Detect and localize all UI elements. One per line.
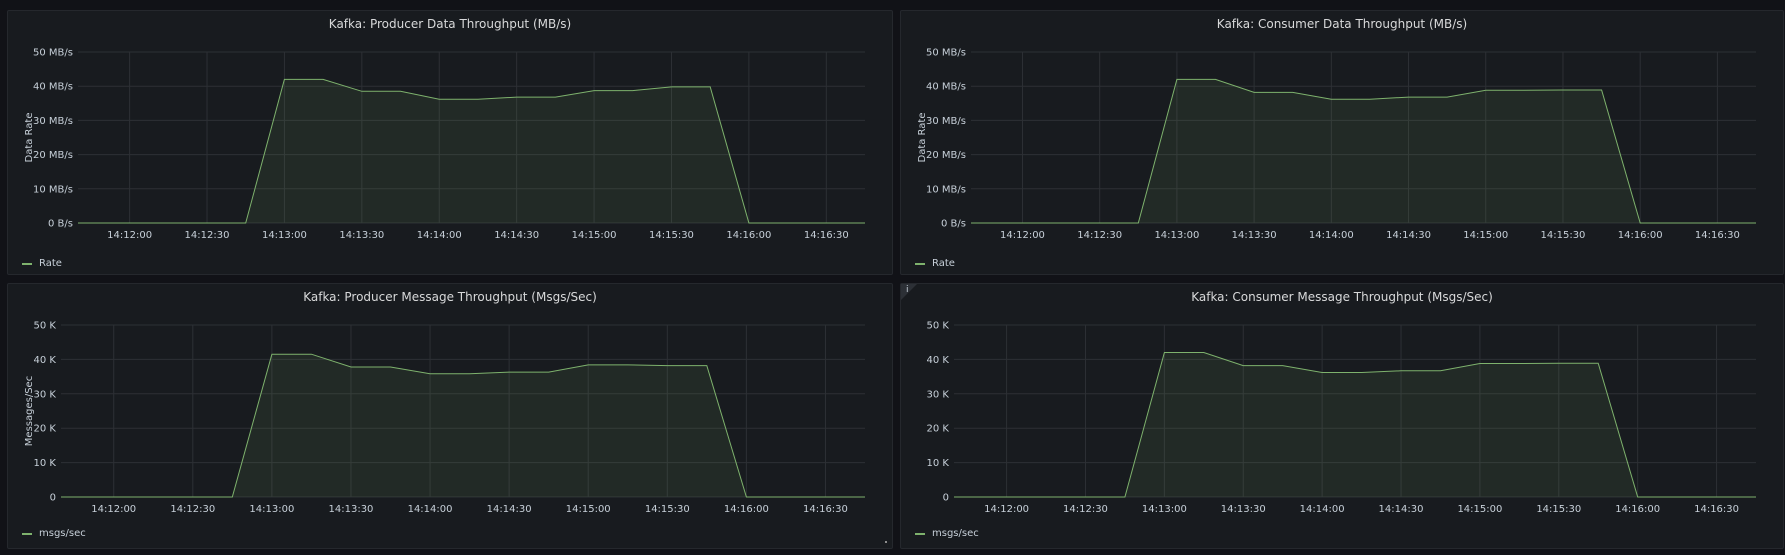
legend-label: Rate bbox=[39, 258, 62, 269]
y-tick-label: 50 MB/s bbox=[33, 48, 73, 59]
y-tick-label: 10 K bbox=[927, 458, 950, 469]
x-tick-label: 14:13:00 bbox=[1142, 504, 1187, 515]
legend-label: Rate bbox=[932, 258, 955, 269]
y-tick-label: 0 bbox=[943, 493, 949, 504]
x-tick-label: 14:14:30 bbox=[1379, 504, 1424, 515]
y-tick-label: 50 K bbox=[34, 321, 57, 332]
legend-item[interactable]: Rate bbox=[22, 258, 62, 269]
y-axis-label: Data Rate bbox=[917, 113, 928, 163]
x-tick-label: 14:15:00 bbox=[1457, 504, 1502, 515]
y-tick-label: 40 MB/s bbox=[33, 82, 73, 93]
legend-swatch bbox=[22, 532, 32, 535]
y-tick-label: 10 MB/s bbox=[33, 184, 73, 195]
legend-swatch bbox=[915, 262, 925, 265]
x-tick-label: 14:15:00 bbox=[566, 504, 611, 515]
x-tick-label: 14:15:30 bbox=[1541, 230, 1586, 241]
panel-consumer-message-throughput[interactable]: i Kafka: Consumer Message Throughput (Ms… bbox=[900, 283, 1784, 549]
x-tick-label: 14:14:30 bbox=[1386, 230, 1431, 241]
legend-swatch bbox=[915, 532, 925, 535]
x-tick-label: 14:15:30 bbox=[645, 504, 690, 515]
x-tick-label: 14:14:00 bbox=[1309, 230, 1354, 241]
chart[interactable]: 0 10 K 20 K 30 K 40 K 50 K 14:12:00 14:12:30 14:… bbox=[8, 284, 894, 550]
y-tick-label: 30 MB/s bbox=[33, 116, 73, 127]
y-tick-label: 30 K bbox=[927, 389, 950, 400]
y-tick-label: 10 K bbox=[34, 458, 57, 469]
legend-item[interactable]: msgs/sec bbox=[915, 528, 979, 539]
x-tick-label: 14:13:30 bbox=[329, 504, 374, 515]
y-tick-label: 20 MB/s bbox=[33, 150, 73, 161]
x-tick-label: 14:14:00 bbox=[408, 504, 453, 515]
y-tick-label: 40 K bbox=[34, 355, 57, 366]
resize-handle[interactable] bbox=[885, 541, 887, 543]
x-tick-label: 14:15:00 bbox=[1463, 230, 1508, 241]
x-tick-label: 14:12:00 bbox=[1000, 230, 1045, 241]
legend-label: msgs/sec bbox=[39, 528, 86, 539]
series-area bbox=[78, 79, 865, 224]
y-axis-label: Messages/Sec bbox=[24, 376, 35, 446]
x-tick-label: 14:13:30 bbox=[1221, 504, 1266, 515]
x-tick-label: 14:14:30 bbox=[494, 230, 539, 241]
legend-swatch bbox=[22, 262, 32, 265]
x-tick-label: 14:16:30 bbox=[803, 504, 848, 515]
legend-label: msgs/sec bbox=[932, 528, 979, 539]
x-tick-label: 14:12:00 bbox=[91, 504, 136, 515]
x-tick-label: 14:16:00 bbox=[724, 504, 769, 515]
y-tick-label: 50 MB/s bbox=[926, 48, 966, 59]
y-tick-label: 30 K bbox=[34, 389, 57, 400]
x-tick-label: 14:15:00 bbox=[572, 230, 617, 241]
y-tick-label: 20 K bbox=[34, 424, 57, 435]
x-tick-label: 14:12:30 bbox=[170, 504, 215, 515]
x-tick-label: 14:12:30 bbox=[185, 230, 230, 241]
x-tick-label: 14:14:00 bbox=[417, 230, 462, 241]
x-tick-label: 14:12:30 bbox=[1077, 230, 1122, 241]
x-tick-label: 14:12:00 bbox=[107, 230, 152, 241]
x-tick-label: 14:12:00 bbox=[984, 504, 1029, 515]
x-tick-label: 14:12:30 bbox=[1063, 504, 1108, 515]
legend-item[interactable]: Rate bbox=[915, 258, 955, 269]
x-tick-label: 14:13:00 bbox=[262, 230, 307, 241]
x-tick-label: 14:14:30 bbox=[487, 504, 532, 515]
series-area bbox=[971, 79, 1756, 224]
panel-producer-message-throughput[interactable]: Kafka: Producer Message Throughput (Msgs… bbox=[7, 283, 893, 549]
x-tick-label: 14:13:00 bbox=[1154, 230, 1199, 241]
legend-item[interactable]: msgs/sec bbox=[22, 528, 86, 539]
x-tick-label: 14:16:00 bbox=[1615, 504, 1660, 515]
y-tick-label: 40 K bbox=[927, 355, 950, 366]
y-tick-label: 40 MB/s bbox=[926, 82, 966, 93]
series-area bbox=[954, 352, 1756, 497]
y-tick-label: 20 MB/s bbox=[926, 150, 966, 161]
x-tick-label: 14:16:30 bbox=[1694, 504, 1739, 515]
chart[interactable]: 0 B/s 10 MB/s 20 MB/s 30 MB/s 40 MB/s 50 MB/s… bbox=[901, 11, 1785, 276]
x-tick-label: 14:13:30 bbox=[339, 230, 384, 241]
x-tick-label: 14:13:00 bbox=[249, 504, 294, 515]
x-tick-label: 14:16:00 bbox=[1618, 230, 1663, 241]
y-axis-label: Data Rate bbox=[24, 113, 35, 163]
y-tick-label: 0 bbox=[50, 493, 56, 504]
panel-consumer-data-throughput[interactable]: Kafka: Consumer Data Throughput (MB/s) 0… bbox=[900, 10, 1784, 275]
y-tick-label: 20 K bbox=[927, 424, 950, 435]
x-tick-label: 14:16:30 bbox=[1695, 230, 1740, 241]
x-tick-label: 14:13:30 bbox=[1232, 230, 1277, 241]
y-tick-label: 10 MB/s bbox=[926, 184, 966, 195]
y-tick-label: 0 B/s bbox=[941, 219, 966, 230]
y-tick-label: 0 B/s bbox=[48, 219, 73, 230]
x-tick-label: 14:16:00 bbox=[726, 230, 771, 241]
y-tick-label: 50 K bbox=[927, 321, 950, 332]
y-tick-label: 30 MB/s bbox=[926, 116, 966, 127]
chart[interactable]: 0 10 K 20 K 30 K 40 K 50 K 14:12:00 14:12:30 14:… bbox=[901, 284, 1785, 550]
dashboard: Kafka: Producer Data Throughput (MB/s) 0… bbox=[0, 0, 1785, 555]
chart[interactable]: 0 B/s 10 MB/s 20 MB/s 30 MB/s 40 MB/s 50 MB/s… bbox=[8, 11, 894, 276]
x-tick-label: 14:15:30 bbox=[649, 230, 694, 241]
x-tick-label: 14:14:00 bbox=[1300, 504, 1345, 515]
panel-producer-data-throughput[interactable]: Kafka: Producer Data Throughput (MB/s) 0… bbox=[7, 10, 893, 275]
x-tick-label: 14:16:30 bbox=[804, 230, 849, 241]
series-area bbox=[61, 354, 865, 497]
x-tick-label: 14:15:30 bbox=[1536, 504, 1581, 515]
